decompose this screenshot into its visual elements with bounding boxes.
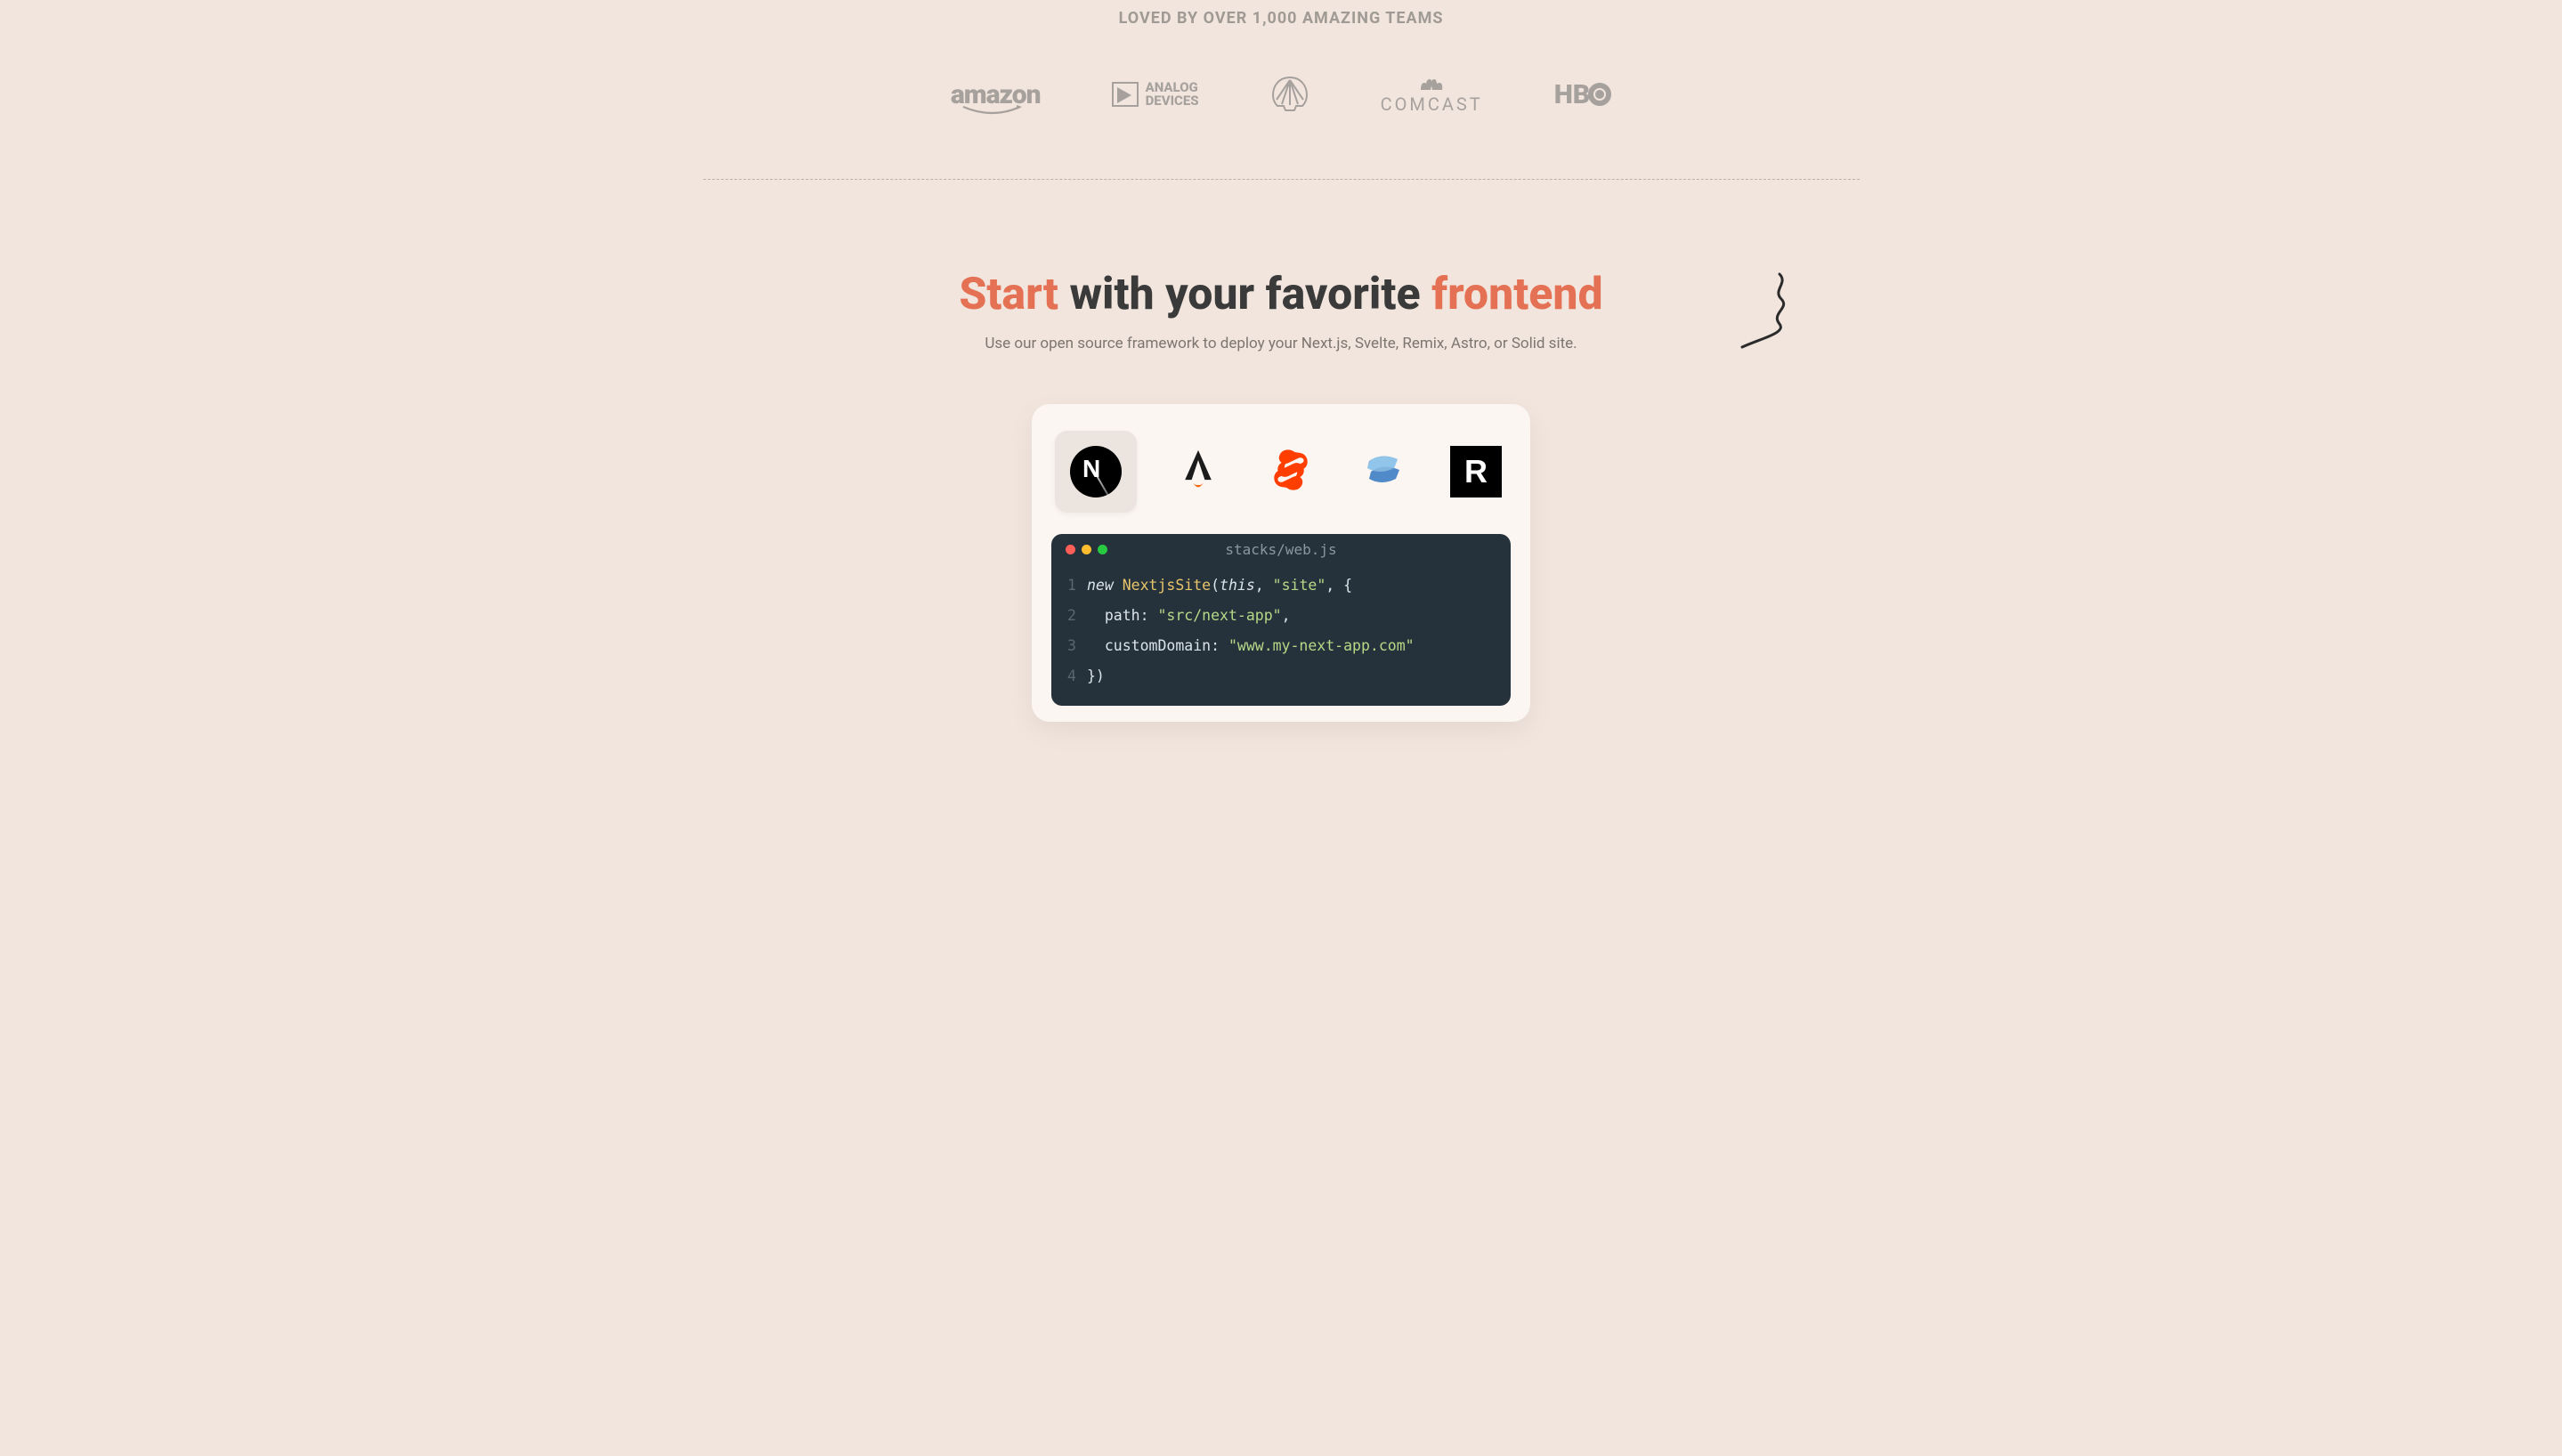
amazon-smile-icon: [961, 105, 1024, 116]
framework-tabs: R: [1051, 431, 1511, 513]
shell-logo: [1270, 75, 1309, 114]
section-divider: [703, 179, 1860, 180]
hbo-o-icon: [1588, 83, 1611, 106]
code-line: 4}): [1051, 661, 1511, 692]
line-number: 3: [1067, 634, 1087, 659]
tab-remix[interactable]: R: [1445, 441, 1507, 503]
line-number: 4: [1067, 664, 1087, 689]
svelte-icon: [1271, 449, 1310, 495]
tab-solid[interactable]: [1352, 441, 1415, 503]
terminal-filename: stacks/web.js: [1051, 541, 1511, 558]
heading-accent-start: Start: [959, 269, 1058, 320]
code-content: new NextjsSite(this, "site", {: [1087, 573, 1352, 598]
heading-accent-frontend: frontend: [1431, 269, 1603, 320]
framework-card: R stacks/web.js 1new NextjsSite(this, "s…: [1032, 404, 1530, 722]
code-line: 1new NextjsSite(this, "site", {: [1051, 570, 1511, 601]
peacock-icon: [1417, 74, 1446, 92]
analog-triangle-icon: [1112, 82, 1139, 107]
astro-icon: [1179, 449, 1218, 495]
nextjs-icon: [1070, 446, 1122, 497]
comcast-logo: COMCAST: [1381, 74, 1483, 115]
section-heading: Start with your favorite frontend: [641, 269, 1922, 320]
hbo-h: H: [1554, 79, 1572, 110]
analog-devices-logo: ANALOG DEVICES: [1112, 81, 1199, 108]
hbo-b: B: [1573, 79, 1589, 110]
solid-icon: [1364, 449, 1403, 495]
squiggle-decoration-icon: [1735, 271, 1797, 351]
line-number: 2: [1067, 603, 1087, 628]
team-logos-row: amazon ANALOG DEVICES COMCAST HB: [641, 74, 1922, 115]
line-number: 1: [1067, 573, 1087, 598]
section-subheading: Use our open source framework to deploy …: [641, 335, 1922, 352]
heading-mid: with your favorite: [1058, 269, 1431, 320]
code-line: 3 customDomain: "www.my-next-app.com": [1051, 631, 1511, 661]
comcast-wordmark: COMCAST: [1381, 93, 1483, 115]
tab-svelte[interactable]: [1260, 441, 1322, 503]
code-content: customDomain: "www.my-next-app.com": [1087, 634, 1415, 659]
hbo-logo: HB: [1554, 79, 1611, 110]
terminal-header: stacks/web.js: [1051, 534, 1511, 565]
tab-nextjs[interactable]: [1055, 431, 1137, 513]
terminal-body: 1new NextjsSite(this, "site", {2 path: "…: [1051, 565, 1511, 706]
tab-astro[interactable]: [1167, 441, 1229, 503]
code-line: 2 path: "src/next-app",: [1051, 601, 1511, 631]
analog-label-bottom: DEVICES: [1146, 94, 1199, 108]
code-content: }): [1087, 664, 1105, 689]
amazon-logo: amazon: [951, 79, 1041, 110]
code-content: path: "src/next-app",: [1087, 603, 1291, 628]
code-terminal: stacks/web.js 1new NextjsSite(this, "sit…: [1051, 534, 1511, 706]
remix-icon: R: [1450, 446, 1502, 497]
loved-by-heading: LOVED BY OVER 1,000 AMAZING TEAMS: [641, 0, 1922, 28]
